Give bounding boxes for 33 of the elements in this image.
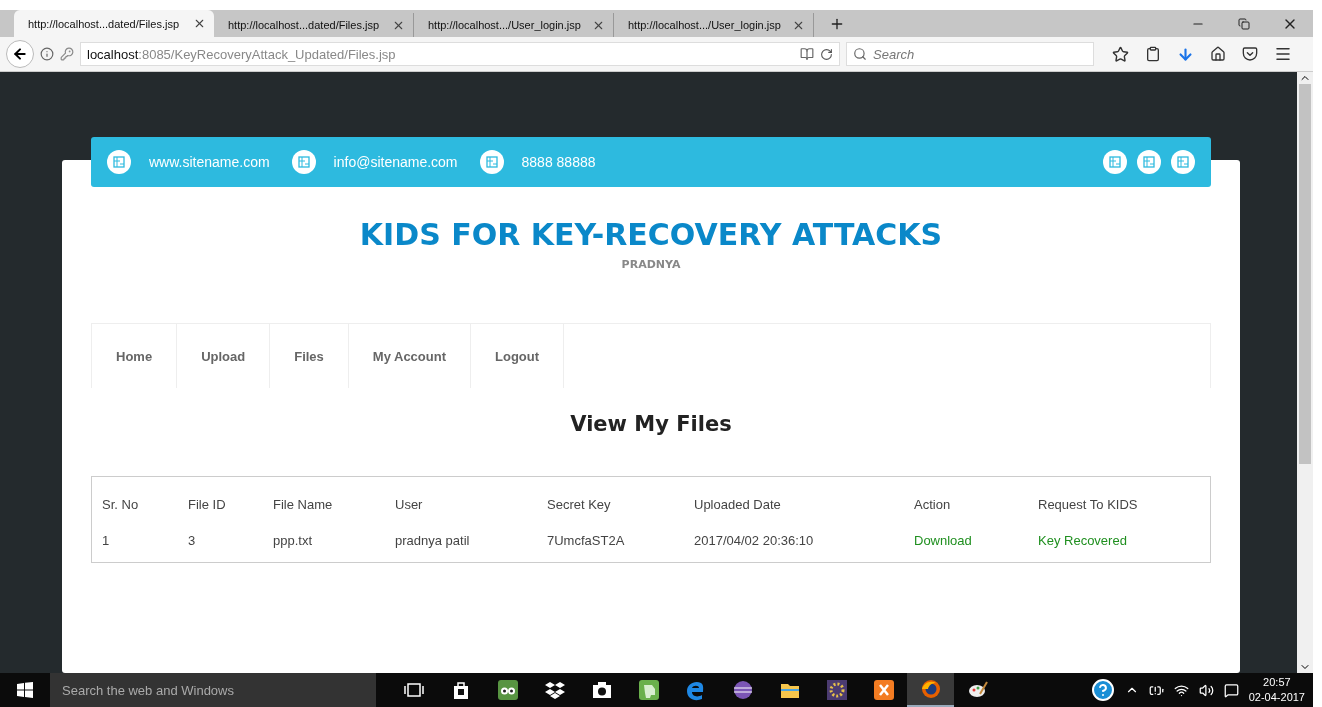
column-header: Request To KIDS — [1038, 496, 1139, 512]
section-heading: View My Files — [569, 412, 733, 436]
table-cell-text: pradnya patil — [395, 532, 471, 548]
nav-link[interactable]: Home — [92, 324, 178, 388]
column-header: File ID — [188, 496, 227, 512]
clock-date: 02-04-2017 — [1248, 690, 1305, 705]
table-link[interactable]: Download — [914, 532, 1038, 548]
clock-time: 20:57 — [1263, 675, 1291, 690]
address-field[interactable]: localhost:8085/KeyRecoveryAttack_Updated/Files.jsp — [80, 42, 840, 66]
contact-text: info@sitename.com — [333, 154, 458, 170]
column-header: Action — [914, 496, 952, 512]
taskbar-search-field[interactable]: Search the web and Windows — [50, 673, 376, 707]
column-header: Sr. No — [102, 496, 140, 512]
table-cell-text: 3 — [188, 532, 197, 548]
column-header: File Name — [273, 496, 334, 512]
contact-text: 8888 88888 — [521, 154, 596, 170]
nav-link[interactable]: My Account — [348, 324, 471, 388]
site-title: KIDS FOR KEY-RECOVERY ATTACKS — [359, 217, 943, 252]
table-cell-text: 1 — [102, 532, 111, 548]
browser-tab[interactable]: http://localhost...dated/Files.jsp — [14, 10, 214, 37]
column-header: Uploaded Date — [694, 496, 782, 512]
column-header: Secret Key — [547, 496, 612, 512]
nav-link[interactable]: Upload — [177, 324, 271, 388]
site-subtitle: PRADNYA — [621, 258, 681, 271]
nav-link[interactable]: Logout — [471, 324, 565, 388]
nav-link[interactable]: Files — [270, 324, 349, 388]
table-cell-text: 2017/04/02 20:36:10 — [694, 532, 815, 548]
table-cell-text: ppp.txt — [273, 532, 314, 548]
table-link[interactable]: Key Recovered — [1038, 532, 1210, 548]
contact-text: www.sitename.com — [149, 154, 270, 170]
table-cell-text: 7UmcfaST2A — [547, 532, 626, 548]
column-header: User — [395, 496, 424, 512]
search-field[interactable]: Search — [846, 42, 1094, 66]
